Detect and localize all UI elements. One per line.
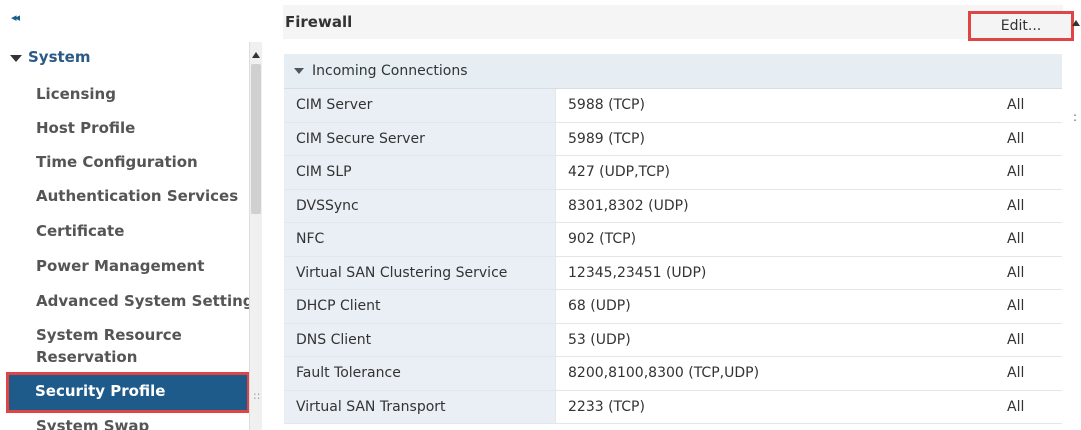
table-row[interactable]: CIM Server 5988 (TCP) All [284, 89, 1062, 123]
sidebar-item-authentication-services[interactable]: Authentication Services [36, 185, 238, 207]
allowed-ips-cell: All [995, 256, 1062, 289]
allowed-ips-cell: All [995, 156, 1062, 189]
allowed-ips-cell: All [995, 223, 1062, 256]
service-name-cell: Fault Tolerance [284, 357, 555, 390]
sidebar-scrollbar-thumb[interactable] [251, 64, 261, 214]
service-name-cell: NFC [284, 223, 555, 256]
table-row[interactable]: DNS Client 53 (UDP) All [284, 323, 1062, 357]
table-row[interactable]: Fault Tolerance 8200,8100,8300 (TCP,UDP) A… [284, 357, 1062, 391]
ports-cell: 2233 (TCP) [555, 390, 995, 423]
table-row[interactable]: Virtual SAN Transport 2233 (TCP) All [284, 390, 1062, 424]
splitter-handle[interactable]: :: [253, 389, 260, 402]
ports-cell: 8200,8100,8300 (TCP,UDP) [555, 357, 995, 390]
edit-button[interactable]: Edit... [968, 11, 1074, 41]
service-name-cell: CIM Server [284, 89, 555, 122]
collapse-sidebar-icon[interactable]: ◂◂ [11, 11, 20, 24]
allowed-ips-cell: All [995, 357, 1062, 390]
sidebar-item-host-profile[interactable]: Host Profile [36, 117, 135, 139]
sidebar-item-system-resource[interactable]: System Resource [36, 324, 182, 346]
sidebar-item-power-management[interactable]: Power Management [36, 255, 204, 277]
sidebar-item-time-configuration[interactable]: Time Configuration [36, 151, 198, 173]
scroll-up-arrow-icon[interactable] [252, 52, 260, 58]
scroll-up-arrow-icon[interactable] [1072, 20, 1080, 26]
allowed-ips-cell: All [995, 390, 1062, 423]
sidebar-item-reservation[interactable]: Reservation [36, 346, 137, 368]
service-name-cell: DHCP Client [284, 290, 555, 323]
collapse-triangle-icon [294, 68, 304, 74]
ports-cell: 427 (UDP,TCP) [555, 156, 995, 189]
allowed-ips-cell: All [995, 89, 1062, 122]
table-row[interactable]: CIM Secure Server 5989 (TCP) All [284, 122, 1062, 156]
sidebar-item-system-swap[interactable]: System Swap [36, 415, 149, 430]
expand-triangle-icon [10, 54, 22, 62]
service-name-cell: Virtual SAN Transport [284, 390, 555, 423]
table-row[interactable]: DVSSync 8301,8302 (UDP) All [284, 189, 1062, 223]
service-name-cell: DNS Client [284, 323, 555, 356]
page-title: Firewall [285, 13, 353, 31]
ports-cell: 68 (UDP) [555, 290, 995, 323]
ports-cell: 53 (UDP) [555, 323, 995, 356]
ports-cell: 5989 (TCP) [555, 122, 995, 155]
service-name-cell: CIM Secure Server [284, 122, 555, 155]
ports-cell: 12345,23451 (UDP) [555, 256, 995, 289]
allowed-ips-cell: All [995, 189, 1062, 222]
table-row[interactable]: CIM SLP 427 (UDP,TCP) All [284, 156, 1062, 190]
table-row[interactable]: DHCP Client 68 (UDP) All [284, 290, 1062, 324]
allowed-ips-cell: All [995, 290, 1062, 323]
sidebar-item-security-profile[interactable]: Security Profile [6, 372, 250, 413]
ports-cell: 902 (TCP) [555, 223, 995, 256]
section-label: Incoming Connections [312, 63, 468, 79]
system-group-label: System [28, 48, 91, 66]
incoming-connections-header[interactable]: Incoming Connections [284, 54, 1062, 89]
system-group-toggle[interactable]: System [10, 48, 90, 66]
table-row[interactable]: Virtual SAN Clustering Service 12345,2345… [284, 256, 1062, 290]
sidebar: ◂◂ System Licensing Host Profile Time Co… [0, 0, 262, 430]
title-bar [283, 5, 1063, 39]
firewall-table: Incoming Connections CIM Server 5988 (TCP… [284, 54, 1062, 424]
table-rows: CIM Server 5988 (TCP) All CIM Secure Server… [284, 89, 1062, 424]
table-row[interactable]: NFC 902 (TCP) All [284, 223, 1062, 257]
service-name-cell: DVSSync [284, 189, 555, 222]
sidebar-item-security-profile-label: Security Profile [35, 382, 166, 400]
allowed-ips-cell: All [995, 323, 1062, 356]
service-name-cell: Virtual SAN Clustering Service [284, 256, 555, 289]
splitter-handle[interactable]: : [1073, 110, 1077, 124]
sidebar-item-licensing[interactable]: Licensing [36, 83, 116, 105]
allowed-ips-cell: All [995, 122, 1062, 155]
ports-cell: 8301,8302 (UDP) [555, 189, 995, 222]
ports-cell: 5988 (TCP) [555, 89, 995, 122]
service-name-cell: CIM SLP [284, 156, 555, 189]
sidebar-item-certificate[interactable]: Certificate [36, 220, 124, 242]
sidebar-item-advanced-system-settings[interactable]: Advanced System Setting: [36, 290, 260, 312]
